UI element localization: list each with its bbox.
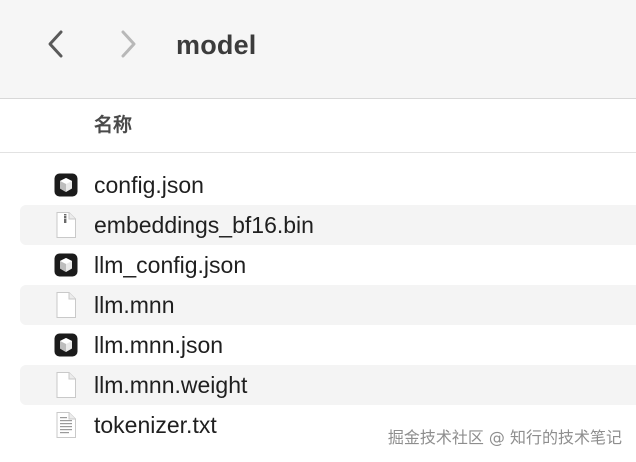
file-name: llm.mnn (94, 292, 175, 318)
file-name: llm.mnn.json (94, 332, 224, 358)
forward-button[interactable] (108, 24, 148, 64)
json-file-icon (53, 172, 79, 198)
list-column-header: 名称 (0, 99, 636, 153)
file-row-llm-mnn-json[interactable]: llm.mnn.json (20, 325, 636, 365)
chevron-left-icon (48, 30, 63, 58)
file-row-embeddings-bin[interactable]: embeddings_bf16.bin (20, 205, 636, 245)
blank-file-icon (53, 372, 79, 398)
json-file-icon (53, 252, 79, 278)
file-name: llm_config.json (94, 252, 247, 278)
json-file-icon (53, 332, 79, 358)
binary-file-icon (53, 212, 79, 238)
blank-file-icon (53, 292, 79, 318)
text-file-icon (53, 412, 79, 438)
file-row-llm-mnn[interactable]: llm.mnn (20, 285, 636, 325)
chevron-right-icon (121, 30, 136, 58)
file-row-llm-mnn-weight[interactable]: llm.mnn.weight (20, 365, 636, 405)
file-name: llm.mnn.weight (94, 372, 248, 398)
back-button[interactable] (36, 24, 76, 64)
file-list: config.json embeddings_bf16.bin llm_conf… (0, 165, 636, 445)
file-row-llm-config-json[interactable]: llm_config.json (20, 245, 636, 285)
watermark: 掘金技术社区 @ 知行的技术笔记 (387, 428, 622, 447)
finder-toolbar: model (0, 0, 636, 99)
file-name: tokenizer.txt (94, 412, 217, 438)
file-row-config-json[interactable]: config.json (20, 165, 636, 205)
file-name: config.json (94, 172, 204, 198)
name-column-header[interactable]: 名称 (94, 113, 132, 137)
window-title: model (176, 30, 257, 60)
file-name: embeddings_bf16.bin (94, 212, 314, 238)
